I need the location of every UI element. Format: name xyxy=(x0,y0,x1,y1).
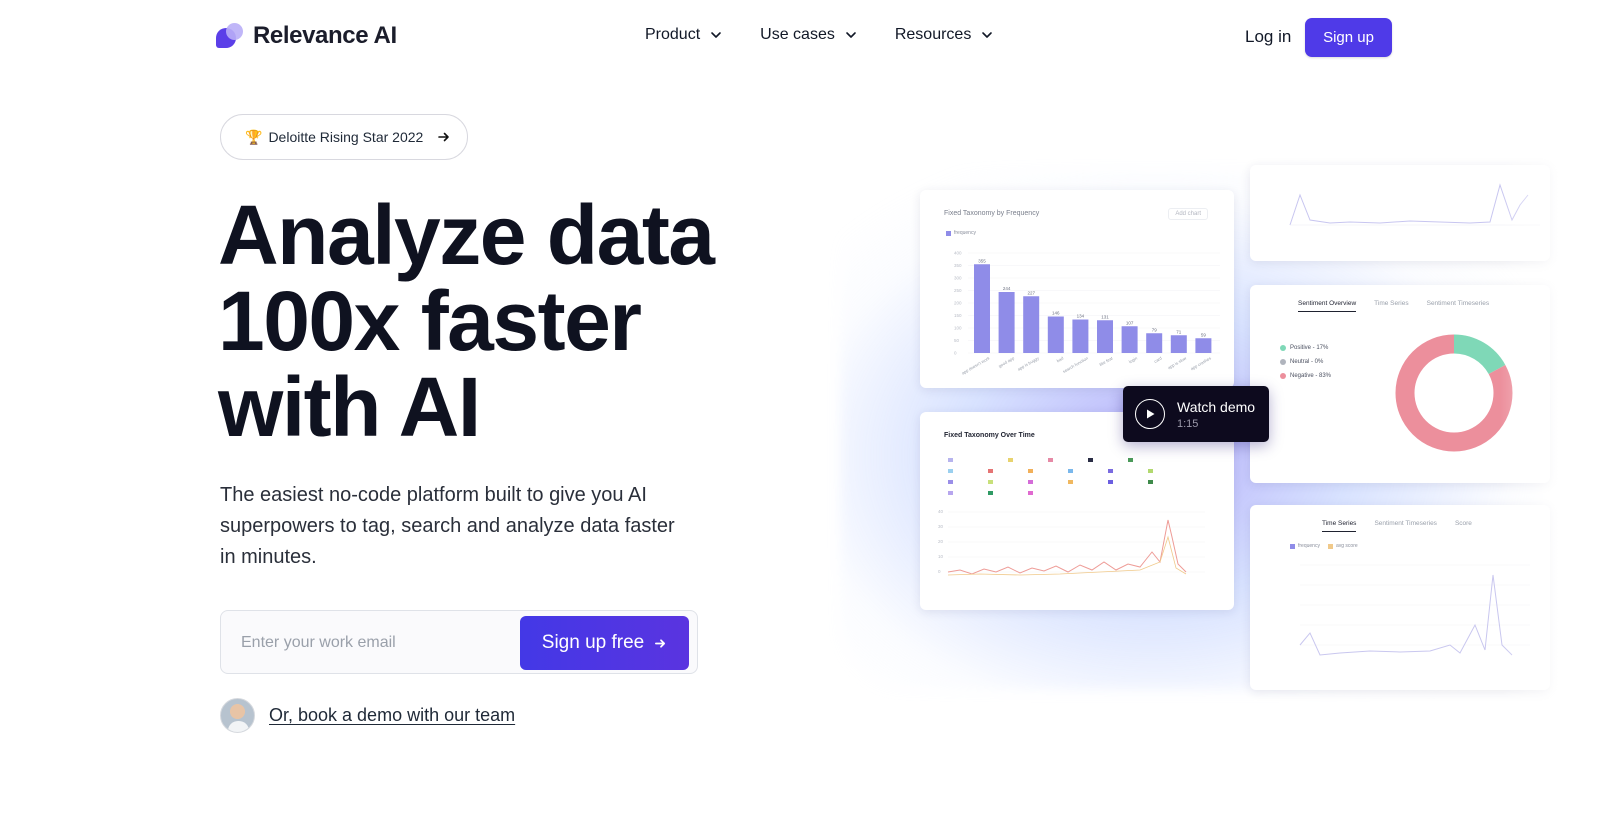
category-label: bad xyxy=(1056,355,1065,363)
category-label: app is slow xyxy=(1167,355,1188,370)
headline-line: Analyze data xyxy=(218,188,715,282)
data-label: 227 xyxy=(1027,290,1035,295)
menu-product-label: Product xyxy=(645,26,701,43)
tick-label: 250 xyxy=(954,288,962,293)
trophy-icon: 🏆 xyxy=(245,128,263,145)
bar-chart: 0 50 100 150 200 250 300 350 400 355 app doesn't w… xyxy=(954,251,1220,376)
category-label: app is buggy xyxy=(1017,355,1041,372)
headline-line: with AI xyxy=(218,360,481,454)
bar xyxy=(974,264,990,353)
category-label: like feat xyxy=(1098,355,1114,367)
main-menu: Product Use cases Resources xyxy=(645,26,995,44)
svg-text:20: 20 xyxy=(938,539,944,544)
category-label: search function xyxy=(1062,355,1090,374)
badge-text: Deloitte Rising Star 2022 xyxy=(268,129,424,145)
menu-resources[interactable]: Resources xyxy=(895,26,995,44)
bar xyxy=(1195,338,1212,353)
bar xyxy=(1121,326,1138,353)
svg-text:40: 40 xyxy=(938,509,944,514)
signup-button[interactable]: Sign up xyxy=(1305,18,1392,57)
book-demo-row: Or, book a demo with our team xyxy=(220,698,515,733)
hero-subtext: The easiest no-code platform built to gi… xyxy=(220,484,675,568)
menu-use-cases[interactable]: Use cases xyxy=(760,26,859,44)
tick-label: 300 xyxy=(954,276,962,281)
logo[interactable]: Relevance AI xyxy=(216,22,397,50)
watch-demo-label: Watch demo xyxy=(1177,398,1256,415)
data-label: 244 xyxy=(1003,286,1011,291)
right-fade-overlay xyxy=(1500,140,1600,720)
book-demo-link[interactable]: Or, book a demo with our team xyxy=(269,705,515,726)
bar xyxy=(1146,333,1163,353)
bar xyxy=(1047,316,1064,353)
signup-free-label: Sign up free xyxy=(541,632,645,653)
bar xyxy=(1097,320,1113,353)
svg-text:0: 0 xyxy=(938,569,941,574)
data-label: 355 xyxy=(978,258,986,263)
data-label: 134 xyxy=(1077,314,1085,319)
category-label: good app xyxy=(997,355,1015,368)
data-label: 79 xyxy=(1152,327,1158,332)
login-link[interactable]: Log in xyxy=(1245,27,1291,47)
signup-free-button[interactable]: Sign up free xyxy=(520,616,689,670)
play-icon xyxy=(1135,399,1165,429)
category-label: login xyxy=(1128,355,1139,364)
top-nav: Relevance AI Product Use cases Resources… xyxy=(0,0,1600,76)
chevron-down-icon xyxy=(846,32,856,38)
email-signup-form: Sign up free xyxy=(220,610,698,674)
category-label: app doesn't work xyxy=(961,355,992,376)
tick-label: 0 xyxy=(954,351,957,356)
tick-label: 200 xyxy=(954,301,962,306)
logo-icon xyxy=(216,22,244,50)
tick-label: 400 xyxy=(954,251,962,256)
data-label: 59 xyxy=(1201,332,1207,337)
avatar xyxy=(220,698,255,733)
watch-demo-button[interactable]: Watch demo 1:15 xyxy=(1123,386,1269,442)
tick-label: 150 xyxy=(954,313,962,318)
data-label: 146 xyxy=(1052,311,1060,316)
category-label: card xyxy=(1153,355,1163,364)
tick-label: 100 xyxy=(954,326,962,331)
tick-label: 50 xyxy=(954,338,960,343)
email-field[interactable] xyxy=(231,621,511,665)
chevron-down-icon xyxy=(711,32,721,38)
logo-text: Relevance AI xyxy=(253,22,397,49)
menu-product[interactable]: Product xyxy=(645,26,724,44)
arrow-right-icon xyxy=(655,638,666,648)
svg-text:10: 10 xyxy=(938,554,944,559)
bar xyxy=(1023,296,1040,353)
bar-chart-card: Fixed Taxonomy by Frequency Add chart fr… xyxy=(920,190,1234,388)
bar xyxy=(1170,335,1187,353)
category-label: app crashes xyxy=(1190,356,1212,372)
data-label: 131 xyxy=(1101,314,1109,319)
hero-headline: Analyze data 100x faster with AI xyxy=(218,192,778,450)
menu-resources-label: Resources xyxy=(894,26,972,43)
chevron-down-icon xyxy=(982,32,993,38)
data-label: 71 xyxy=(1176,329,1182,334)
award-badge[interactable]: 🏆 Deloitte Rising Star 2022 xyxy=(220,114,468,160)
svg-text:30: 30 xyxy=(938,524,944,529)
watch-demo-duration: 1:15 xyxy=(1177,417,1199,430)
bar xyxy=(998,292,1015,353)
headline-line: 100x faster xyxy=(218,274,642,368)
arrow-right-icon xyxy=(438,132,450,142)
data-label: 107 xyxy=(1126,320,1134,325)
menu-use-cases-label: Use cases xyxy=(760,26,835,43)
tick-label: 350 xyxy=(954,263,962,268)
bar xyxy=(1072,319,1089,353)
